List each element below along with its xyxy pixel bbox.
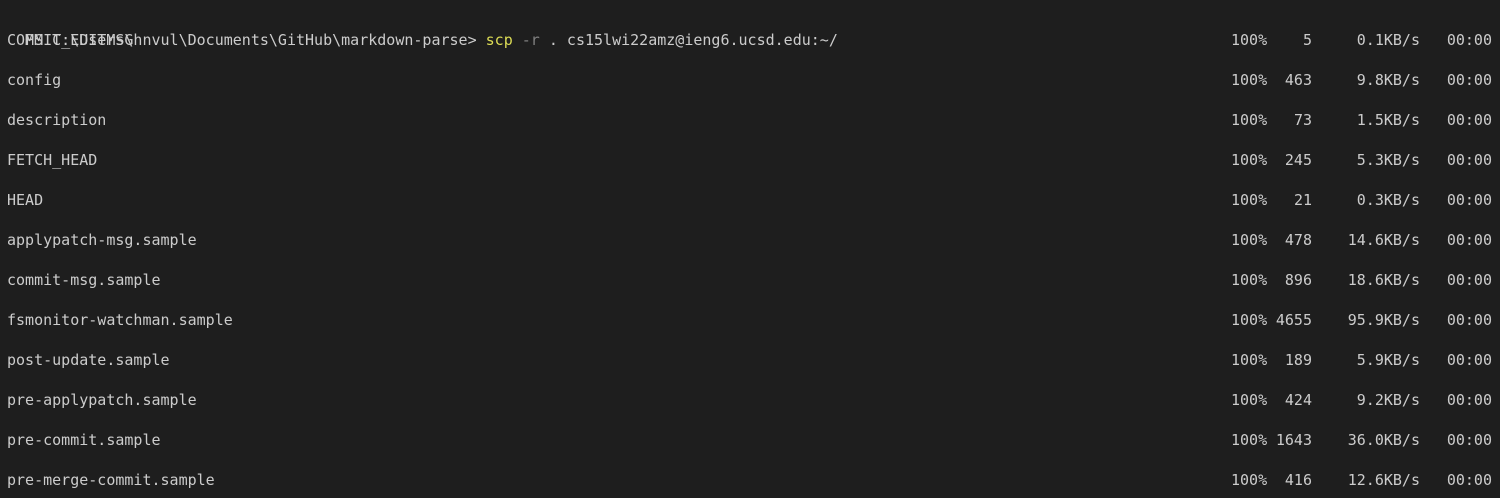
file-size: 5 bbox=[1302, 31, 1312, 49]
transfer-percent: 100% bbox=[1231, 271, 1268, 289]
transfer-rate: 1.5KB/s bbox=[1356, 111, 1420, 129]
transfer-time: 00:00 bbox=[1446, 111, 1492, 129]
transfer-rate: 36.0KB/s bbox=[1347, 431, 1420, 449]
transfer-percent: 100% bbox=[1231, 431, 1268, 449]
transfer-time: 00:00 bbox=[1446, 351, 1492, 369]
transfer-row: commit-msg.sample 100% 896 18.6KB/s 00:00 bbox=[0, 270, 1500, 290]
transfer-rate: 5.3KB/s bbox=[1356, 151, 1420, 169]
transfer-time: 00:00 bbox=[1446, 151, 1492, 169]
file-name: FETCH_HEAD bbox=[7, 151, 98, 169]
file-size: 4655 bbox=[1275, 311, 1312, 329]
transfer-time: 00:00 bbox=[1446, 471, 1492, 489]
file-name: config bbox=[7, 71, 62, 89]
transfer-time: 00:00 bbox=[1446, 231, 1492, 249]
transfer-time: 00:00 bbox=[1446, 391, 1492, 409]
transfer-rate: 5.9KB/s bbox=[1356, 351, 1420, 369]
transfer-rate: 0.1KB/s bbox=[1356, 31, 1420, 49]
file-size: 189 bbox=[1284, 351, 1312, 369]
transfer-row: post-update.sample 100% 189 5.9KB/s 00:00 bbox=[0, 350, 1500, 370]
transfer-percent: 100% bbox=[1231, 311, 1268, 329]
transfer-percent: 100% bbox=[1231, 471, 1268, 489]
transfer-percent: 100% bbox=[1231, 151, 1268, 169]
file-name: applypatch-msg.sample bbox=[7, 231, 197, 249]
transfer-row: pre-merge-commit.sample 100% 416 12.6KB/s 00… bbox=[0, 470, 1500, 490]
file-name: COMMIT_EDITMSG bbox=[7, 31, 134, 49]
transfer-percent: 100% bbox=[1231, 111, 1268, 129]
transfer-time: 00:00 bbox=[1446, 431, 1492, 449]
transfer-row: COMMIT_EDITMSG 100% 5 0.1KB/s 00:00 bbox=[0, 30, 1500, 50]
transfer-row: HEAD 100% 21 0.3KB/s 00:00 bbox=[0, 190, 1500, 210]
file-name: commit-msg.sample bbox=[7, 271, 161, 289]
transfer-time: 00:00 bbox=[1446, 271, 1492, 289]
transfer-rate: 0.3KB/s bbox=[1356, 191, 1420, 209]
transfer-row: pre-applypatch.sample 100% 424 9.2KB/s 00:00 bbox=[0, 390, 1500, 410]
transfer-time: 00:00 bbox=[1446, 31, 1492, 49]
transfer-row: FETCH_HEAD 100% 245 5.3KB/s 00:00 bbox=[0, 150, 1500, 170]
transfer-rate: 12.6KB/s bbox=[1347, 471, 1420, 489]
file-size: 245 bbox=[1284, 151, 1312, 169]
file-size: 416 bbox=[1284, 471, 1312, 489]
transfer-rate: 95.9KB/s bbox=[1347, 311, 1420, 329]
transfer-row: config 100% 463 9.8KB/s 00:00 bbox=[0, 70, 1500, 90]
file-size: 1643 bbox=[1275, 431, 1312, 449]
file-name: fsmonitor-watchman.sample bbox=[7, 311, 233, 329]
transfer-rate: 9.8KB/s bbox=[1356, 71, 1420, 89]
transfer-percent: 100% bbox=[1231, 231, 1268, 249]
transfer-percent: 100% bbox=[1231, 31, 1268, 49]
file-size: 21 bbox=[1293, 191, 1312, 209]
file-size: 73 bbox=[1293, 111, 1312, 129]
command-line[interactable]: PS C:\Users\hnvul\Documents\GitHub\markd… bbox=[7, 10, 838, 49]
file-size: 478 bbox=[1284, 231, 1312, 249]
file-size: 463 bbox=[1284, 71, 1312, 89]
file-name: post-update.sample bbox=[7, 351, 170, 369]
file-size: 424 bbox=[1284, 391, 1312, 409]
transfer-percent: 100% bbox=[1231, 351, 1268, 369]
file-size: 896 bbox=[1284, 271, 1312, 289]
transfer-percent: 100% bbox=[1231, 191, 1268, 209]
file-name: description bbox=[7, 111, 107, 129]
file-name: HEAD bbox=[7, 191, 44, 209]
transfer-rate: 18.6KB/s bbox=[1347, 271, 1420, 289]
file-name: pre-applypatch.sample bbox=[7, 391, 197, 409]
file-name: pre-commit.sample bbox=[7, 431, 161, 449]
transfer-rate: 9.2KB/s bbox=[1356, 391, 1420, 409]
transfer-rate: 14.6KB/s bbox=[1347, 231, 1420, 249]
transfer-row: fsmonitor-watchman.sample 100% 4655 95.9KB/… bbox=[0, 310, 1500, 330]
transfer-row: description 100% 73 1.5KB/s 00:00 bbox=[0, 110, 1500, 130]
transfer-time: 00:00 bbox=[1446, 191, 1492, 209]
transfer-row: applypatch-msg.sample 100% 478 14.6KB/s 00:0… bbox=[0, 230, 1500, 250]
transfer-percent: 100% bbox=[1231, 391, 1268, 409]
transfer-percent: 100% bbox=[1231, 71, 1268, 89]
transfer-row: pre-commit.sample 100% 1643 36.0KB/s 00:00 bbox=[0, 430, 1500, 450]
transfer-time: 00:00 bbox=[1446, 311, 1492, 329]
file-name: pre-merge-commit.sample bbox=[7, 471, 215, 489]
transfer-time: 00:00 bbox=[1446, 71, 1492, 89]
